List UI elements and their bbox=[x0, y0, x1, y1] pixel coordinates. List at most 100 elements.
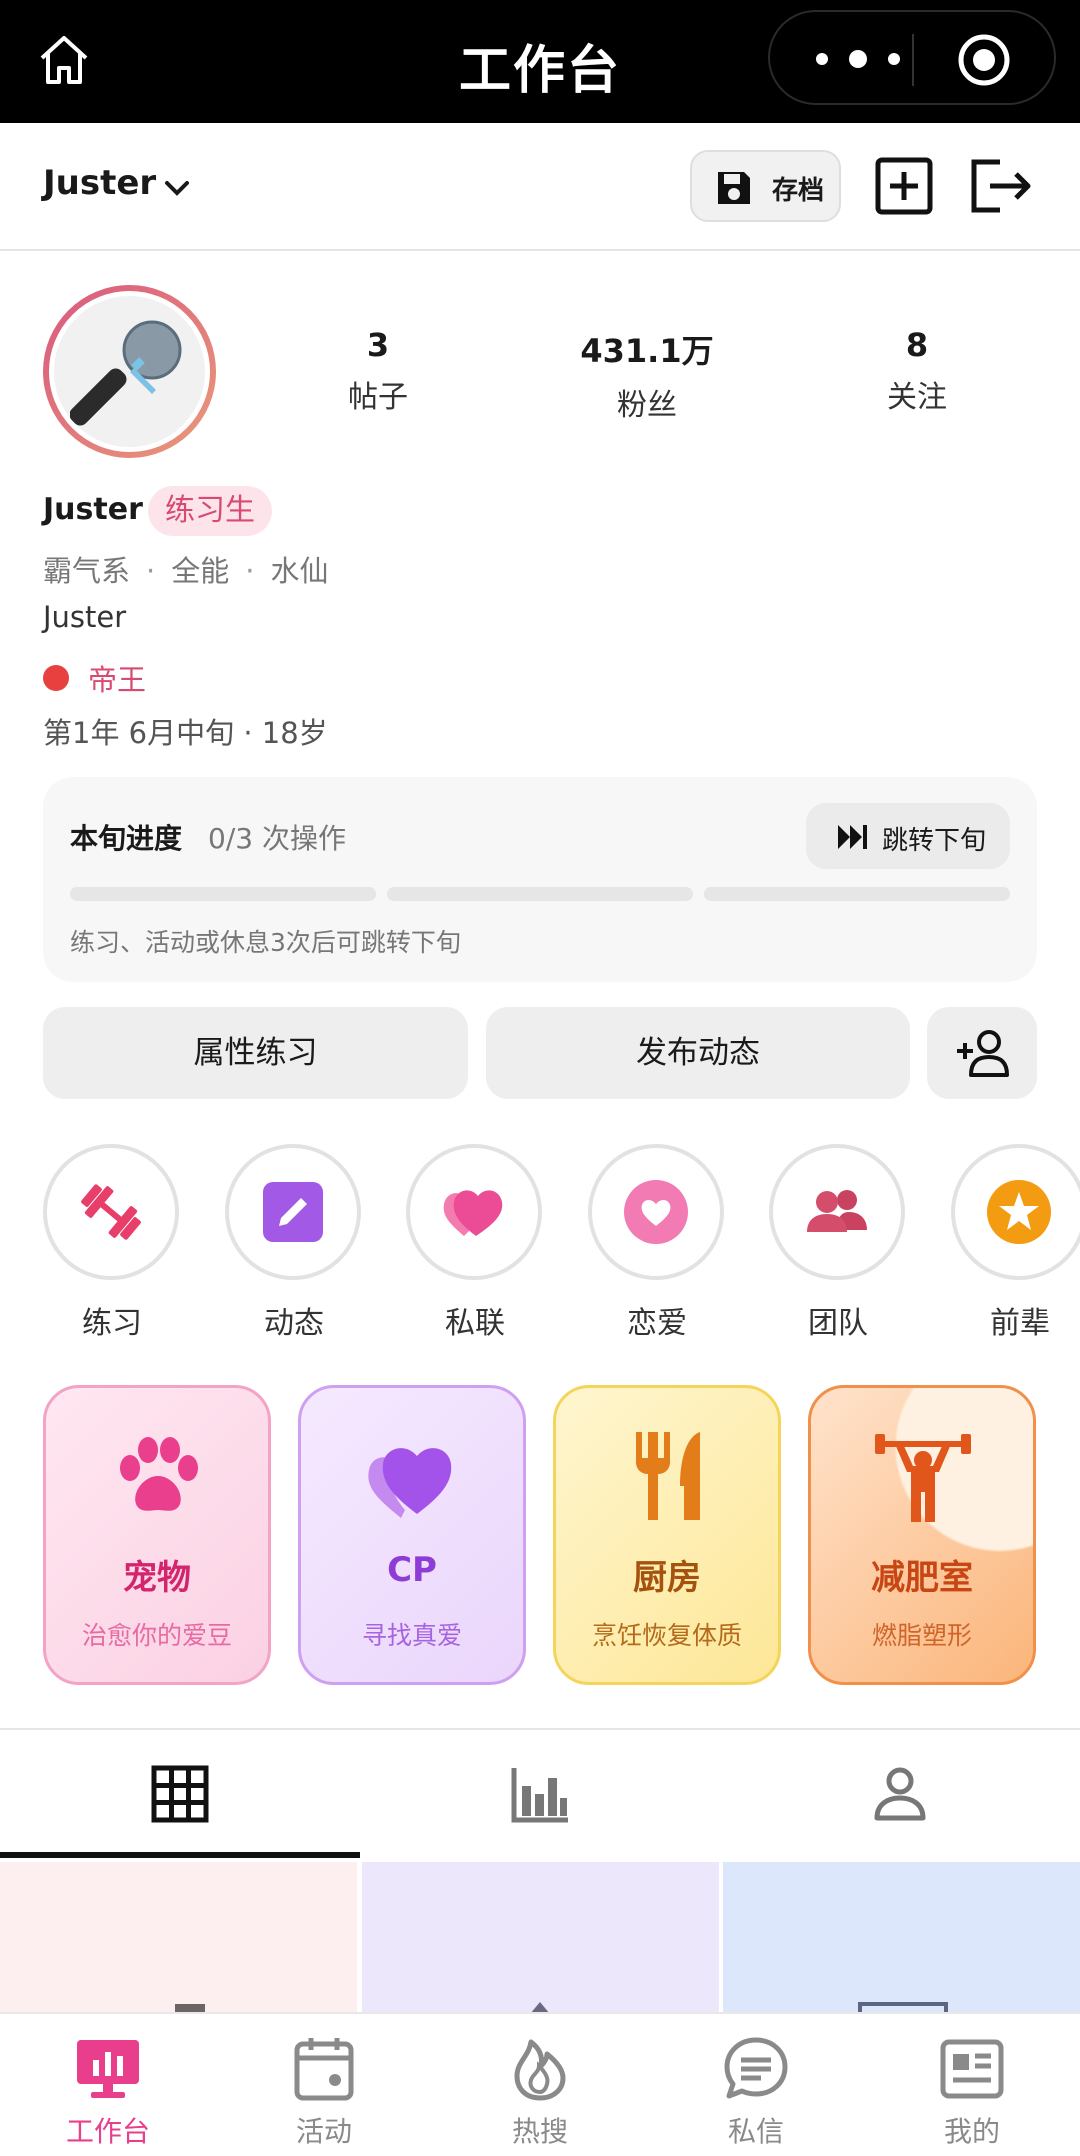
add-square-icon[interactable] bbox=[874, 156, 934, 216]
feature-card-gym-subtitle: 燃脂塑形 bbox=[871, 1621, 972, 1650]
feature-card-kitchen-title: 厨房 bbox=[633, 1558, 701, 1598]
more-icon[interactable] bbox=[808, 46, 908, 72]
close-target-icon[interactable] bbox=[956, 32, 1012, 88]
quick-private-contact[interactable]: 私联 bbox=[406, 1144, 544, 1342]
rank-badge: 练习生 bbox=[148, 486, 272, 536]
stat-fans-label: 粉丝 bbox=[617, 388, 677, 423]
save-button[interactable]: 存档 bbox=[690, 150, 841, 222]
progress-segment bbox=[704, 887, 1010, 901]
feature-card-pet-title: 宠物 bbox=[123, 1558, 191, 1598]
feature-card-kitchen[interactable]: 厨房 烹饪恢复体质 bbox=[553, 1385, 781, 1685]
skip-period-label: 跳转下旬 bbox=[882, 826, 987, 856]
avatar[interactable] bbox=[43, 285, 216, 458]
top-bar: 工作台 bbox=[0, 0, 1080, 123]
progress-title: 本旬进度 bbox=[70, 822, 183, 855]
tag: 水仙 bbox=[270, 554, 329, 588]
quick-romance-label: 恋爱 bbox=[627, 1306, 687, 1341]
nav-messages-label: 私信 bbox=[727, 2115, 784, 2148]
title-status-dot bbox=[43, 665, 69, 691]
post-thumbnail[interactable] bbox=[723, 1862, 1080, 2012]
paw-icon bbox=[120, 1437, 198, 1511]
nav-me[interactable]: 我的 bbox=[864, 2014, 1080, 2156]
flame-icon bbox=[514, 2039, 566, 2101]
grid-icon bbox=[151, 1765, 209, 1823]
tab-active-underline bbox=[0, 1852, 360, 1858]
post-thumbnail[interactable] bbox=[362, 1862, 719, 2012]
heart-icon bbox=[368, 1448, 452, 1518]
feature-card-cp[interactable]: CP 寻找真爱 bbox=[298, 1385, 526, 1685]
account-switcher[interactable]: Juster bbox=[43, 163, 156, 203]
attribute-practice-button[interactable]: 属性练习 bbox=[43, 1007, 468, 1099]
bottom-navigation: 工作台 活动 热搜 私信 我的 bbox=[0, 2012, 1080, 2156]
add-friend-button[interactable] bbox=[927, 1007, 1037, 1099]
tag: 霸气系 bbox=[43, 554, 131, 588]
publish-post-button[interactable]: 发布动态 bbox=[486, 1007, 910, 1099]
stat-posts[interactable]: 3 帖子 bbox=[278, 326, 478, 416]
quick-team-label: 团队 bbox=[808, 1306, 868, 1341]
progress-segment bbox=[387, 887, 693, 901]
progress-segment bbox=[70, 887, 376, 901]
quick-practice-label: 练习 bbox=[82, 1306, 142, 1341]
nav-activity[interactable]: 活动 bbox=[216, 2014, 432, 2156]
stat-following-value: 8 bbox=[905, 326, 929, 364]
quick-team[interactable]: 团队 bbox=[769, 1144, 907, 1342]
quick-post[interactable]: 动态 bbox=[225, 1144, 363, 1342]
progress-card: 本旬进度 0/3 次操作 跳转下旬 练习、活动或休息3次后可跳转下旬 bbox=[43, 777, 1037, 982]
microphone-icon bbox=[70, 320, 182, 426]
progress-count: 0/3 次操作 bbox=[208, 822, 346, 855]
post-thumbnail[interactable] bbox=[0, 1862, 357, 2012]
skip-period-button[interactable]: 跳转下旬 bbox=[806, 803, 1010, 869]
nav-messages[interactable]: 私信 bbox=[648, 2014, 864, 2156]
quick-post-label: 动态 bbox=[264, 1306, 324, 1341]
tab-stats[interactable] bbox=[360, 1730, 720, 1858]
add-user-icon bbox=[957, 1030, 1009, 1077]
profile-tabs bbox=[0, 1728, 1080, 1858]
feature-card-cp-subtitle: 寻找真爱 bbox=[361, 1621, 462, 1650]
floppy-disk-icon bbox=[718, 172, 750, 204]
love-icon bbox=[624, 1180, 688, 1244]
logout-icon[interactable] bbox=[968, 156, 1034, 216]
dumbbell-icon bbox=[81, 1184, 141, 1240]
feature-card-gym[interactable]: 减肥室 燃脂塑形 bbox=[808, 1385, 1036, 1685]
account-bar: Juster 存档 bbox=[0, 123, 1080, 251]
mini-program-capsule bbox=[768, 10, 1056, 105]
stat-posts-value: 3 bbox=[366, 326, 390, 364]
quick-private-contact-label: 私联 bbox=[445, 1306, 505, 1341]
utensils-icon bbox=[636, 1432, 700, 1520]
edit-icon bbox=[263, 1182, 323, 1242]
heart-icon bbox=[443, 1190, 503, 1236]
person-icon bbox=[874, 1767, 926, 1821]
weightlifter-icon bbox=[875, 1434, 971, 1522]
feature-card-pet-subtitle: 治愈你的爱豆 bbox=[81, 1621, 232, 1650]
feature-card-cp-title: CP bbox=[387, 1550, 437, 1590]
nav-trending-label: 热搜 bbox=[511, 2115, 568, 2148]
nav-workbench-label: 工作台 bbox=[65, 2115, 150, 2148]
quick-seniors[interactable]: 前辈 bbox=[951, 1144, 1080, 1342]
calendar-icon bbox=[294, 2038, 354, 2101]
chat-bubble-icon bbox=[724, 2037, 788, 2099]
feature-card-pet[interactable]: 宠物 治愈你的爱豆 bbox=[43, 1385, 271, 1685]
feature-card-kitchen-subtitle: 烹饪恢复体质 bbox=[591, 1621, 742, 1650]
star-icon bbox=[987, 1180, 1051, 1244]
tab-profile[interactable] bbox=[720, 1730, 1080, 1858]
profile-tags: 霸气系 · 全能 · 水仙 bbox=[43, 554, 329, 588]
quick-practice[interactable]: 练习 bbox=[43, 1144, 181, 1342]
stat-following-label: 关注 bbox=[887, 380, 947, 415]
stat-fans-value: 431.1万 bbox=[580, 332, 714, 370]
nav-workbench[interactable]: 工作台 bbox=[0, 2014, 216, 2156]
tab-grid[interactable] bbox=[0, 1730, 360, 1858]
profile-bio: Juster bbox=[43, 600, 127, 634]
dashboard-icon bbox=[77, 2040, 139, 2098]
quick-romance[interactable]: 恋爱 bbox=[588, 1144, 726, 1342]
capsule-divider bbox=[912, 34, 914, 86]
nav-trending[interactable]: 热搜 bbox=[432, 2014, 648, 2156]
profile-card-icon bbox=[940, 2039, 1004, 2099]
stat-following[interactable]: 8 关注 bbox=[817, 326, 1017, 416]
skip-forward-icon bbox=[838, 825, 867, 849]
stat-fans[interactable]: 431.1万 粉丝 bbox=[547, 326, 747, 424]
nav-me-label: 我的 bbox=[943, 2115, 1000, 2148]
chevron-down-icon[interactable] bbox=[162, 173, 192, 203]
game-period: 第1年 6月中旬 · 18岁 bbox=[43, 716, 328, 750]
save-label: 存档 bbox=[772, 176, 825, 206]
group-icon bbox=[807, 1190, 867, 1232]
